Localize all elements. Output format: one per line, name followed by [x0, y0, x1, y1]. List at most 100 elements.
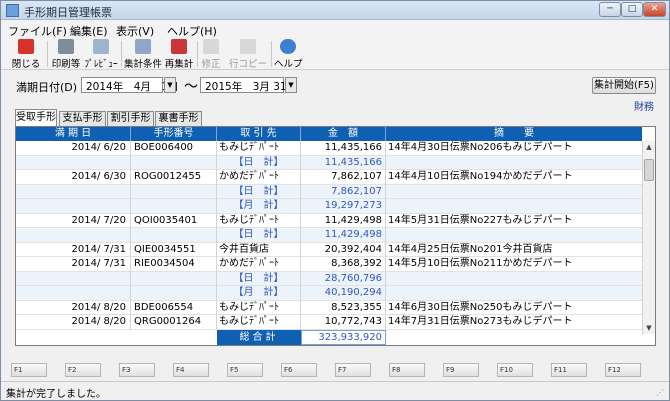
cell-description[interactable]: 14年6月30日伝票No250もみじデパート [386, 301, 642, 316]
tab-payable-notes[interactable]: 支払手形 [59, 111, 106, 126]
fkey-f8-button[interactable]: F8 [389, 363, 425, 377]
fkey-f3-button[interactable]: F3 [119, 363, 155, 377]
cell-note-number[interactable]: BDE006554 [131, 300, 217, 315]
fkey-f4-button[interactable]: F4 [173, 363, 209, 377]
fkey-f1-button[interactable]: F1 [11, 363, 47, 377]
fkey-f10-button[interactable]: F10 [497, 363, 533, 377]
subtotal-row[interactable]: 【日 計】 7,862,107 [16, 184, 642, 199]
cell-note-number[interactable]: ROG0012455 [131, 170, 217, 185]
cell-note-number[interactable]: QOI0035401 [131, 213, 217, 228]
fkey-f11-button[interactable]: F11 [551, 363, 587, 377]
cell-partner[interactable]: 今井百貨店 [217, 242, 301, 257]
close-button[interactable]: 閉じる [8, 39, 44, 70]
cell-note-number[interactable]: QIE0034551 [131, 242, 217, 257]
agg-condition-button[interactable]: 集計条件 [124, 39, 162, 70]
app-window: 手形期日管理帳票 ─ □ ✕ ファイル(F) 編集(E) 表示(V) ヘルプ(H… [0, 0, 670, 401]
cell-note-number[interactable]: BOE006400 [131, 141, 217, 156]
cell-note-number[interactable]: QRG0001264 [131, 315, 217, 330]
subtotal-amount: 11,429,498 [301, 228, 386, 243]
cell-date[interactable]: 2014/ 7/31 [16, 242, 131, 257]
col-header-partner[interactable]: 取 引 先 [217, 127, 301, 141]
cell-partner[interactable]: もみじﾃﾞﾊﾟｰﾄ [217, 213, 301, 228]
table-row[interactable]: 2014/ 7/31 RIE0034504 かめだﾃﾞﾊﾟｰﾄ 8,368,392 14… [16, 257, 642, 272]
cell-amount[interactable]: 20,392,404 [301, 242, 386, 257]
agg-start-button[interactable]: 集計開始(F5) [592, 77, 656, 94]
menu-help[interactable]: ヘルプ(H) [167, 23, 217, 39]
tab-discounted-notes[interactable]: 割引手形 [107, 111, 154, 126]
reaggregate-button[interactable]: 再集計 [164, 39, 194, 70]
modify-button[interactable]: 修正 [199, 39, 223, 70]
cell-partner[interactable]: もみじﾃﾞﾊﾟｰﾄ [217, 141, 301, 156]
tab-received-notes[interactable]: 受取手形 [15, 109, 57, 126]
fkey-f5-button[interactable]: F5 [227, 363, 263, 377]
cell-partner[interactable]: もみじﾃﾞﾊﾟｰﾄ [217, 315, 301, 330]
fkey-f7-button[interactable]: F7 [335, 363, 371, 377]
fkey-f2-button[interactable]: F2 [65, 363, 101, 377]
resize-grip-icon[interactable]: ⋰ [656, 388, 666, 398]
cell-amount[interactable]: 11,435,166 [301, 141, 386, 156]
cell-description[interactable]: 14年4月25日伝票No201今井百貨店 [386, 243, 642, 258]
subtotal-row[interactable]: 【月 計】 19,297,273 [16, 199, 642, 214]
print-button[interactable]: 印刷等 [51, 39, 81, 70]
col-header-date[interactable]: 満 期 日 [16, 127, 131, 141]
cell-partner[interactable]: かめだﾃﾞﾊﾟｰﾄ [217, 170, 301, 185]
table-row[interactable]: 2014/ 6/20 BOE006400 もみじﾃﾞﾊﾟｰﾄ 11,435,166 14… [16, 141, 642, 156]
subtotal-row[interactable]: 【日 計】 28,760,796 [16, 271, 642, 286]
table-row[interactable]: 2014/ 8/20 QRG0001264 もみじﾃﾞﾊﾟｰﾄ 10,772,743 1… [16, 315, 642, 330]
scroll-up-icon[interactable]: ▲ [643, 141, 655, 153]
cell-date[interactable]: 2014/ 8/20 [16, 315, 131, 330]
cell-description[interactable]: 14年4月10日伝票No194かめだデパート [386, 170, 642, 185]
close-window-button[interactable]: ✕ [643, 2, 666, 17]
cell-partner[interactable]: かめだﾃﾞﾊﾟｰﾄ [217, 257, 301, 272]
cell-description[interactable]: 14年5月31日伝票No227もみじデパート [386, 214, 642, 229]
pencil-icon [203, 39, 219, 54]
cell-date[interactable]: 2014/ 7/31 [16, 257, 131, 272]
date-from-dropdown[interactable]: ▼ [164, 77, 176, 93]
cell-date[interactable]: 2014/ 7/20 [16, 213, 131, 228]
subtotal-row[interactable]: 【日 計】 11,435,166 [16, 155, 642, 170]
table-row[interactable]: 2014/ 8/20 BDE006554 もみじﾃﾞﾊﾟｰﾄ 8,523,355 14年… [16, 300, 642, 316]
table-row[interactable]: 2014/ 7/20 QOI0035401 もみじﾃﾞﾊﾟｰﾄ 11,429,498 1… [16, 213, 642, 229]
vertical-scrollbar[interactable]: ▲ ▼ [642, 141, 655, 334]
cell-amount[interactable]: 11,429,498 [301, 213, 386, 228]
fkey-f9-button[interactable]: F9 [443, 363, 479, 377]
cell-date[interactable]: 2014/ 8/20 [16, 300, 131, 315]
cell-date[interactable]: 2014/ 6/20 [16, 141, 131, 156]
date-to-dropdown[interactable]: ▼ [285, 77, 297, 93]
col-header-note-number[interactable]: 手形番号 [131, 127, 217, 141]
subtotal-row[interactable]: 【月 計】 40,190,294 [16, 286, 642, 301]
scroll-thumb[interactable] [644, 159, 654, 181]
help-button[interactable]: ヘルプ [274, 39, 303, 70]
cell-description[interactable]: 14年7月31日伝票No273もみじデパート [386, 315, 642, 330]
zaimu-link[interactable]: 財務 [634, 98, 654, 113]
table-row[interactable]: 2014/ 6/30 ROG0012455 かめだﾃﾞﾊﾟｰﾄ 7,862,107 14… [16, 170, 642, 185]
cell-date [16, 271, 131, 286]
cell-note-number[interactable]: RIE0034504 [131, 257, 217, 272]
fkey-f12-button[interactable]: F12 [605, 363, 641, 377]
title-bar: 手形期日管理帳票 ─ □ ✕ [1, 1, 669, 20]
cell-amount[interactable]: 10,772,743 [301, 315, 386, 330]
cell-amount[interactable]: 8,523,355 [301, 300, 386, 315]
cell-partner[interactable]: もみじﾃﾞﾊﾟｰﾄ [217, 300, 301, 315]
maximize-button[interactable]: □ [621, 2, 643, 17]
cell-description[interactable]: 14年4月30日伝票No206もみじデパート [386, 141, 642, 156]
tab-endorsed-notes[interactable]: 裏書手形 [155, 111, 202, 126]
cell-description[interactable]: 14年5月10日伝票No211かめだデパート [386, 257, 642, 272]
scroll-down-icon[interactable]: ▼ [643, 322, 655, 334]
preview-button[interactable]: ﾌﾟﾚﾋﾞｭｰ [84, 39, 118, 70]
fkey-f6-button[interactable]: F6 [281, 363, 317, 377]
row-copy-button[interactable]: 行コピー [228, 39, 268, 70]
menu-file[interactable]: ファイル(F) [8, 23, 67, 39]
col-header-amount[interactable]: 金 額 [301, 127, 386, 141]
menu-edit[interactable]: 編集(E) [70, 23, 108, 39]
cell-amount[interactable]: 7,862,107 [301, 170, 386, 185]
col-header-description[interactable]: 摘 要 [386, 127, 642, 141]
cell-date[interactable]: 2014/ 6/30 [16, 170, 131, 185]
cell-amount[interactable]: 8,368,392 [301, 257, 386, 272]
menu-view[interactable]: 表示(V) [116, 23, 154, 39]
minimize-button[interactable]: ─ [599, 2, 621, 17]
table-row[interactable]: 2014/ 7/31 QIE0034551 今井百貨店 20,392,404 14年4月… [16, 242, 642, 258]
date-from-field[interactable]: 2014年 4月 1日 [81, 77, 179, 93]
subtotal-row[interactable]: 【日 計】 11,429,498 [16, 228, 642, 243]
date-to-field[interactable]: 2015年 3月 31日 [200, 77, 297, 93]
